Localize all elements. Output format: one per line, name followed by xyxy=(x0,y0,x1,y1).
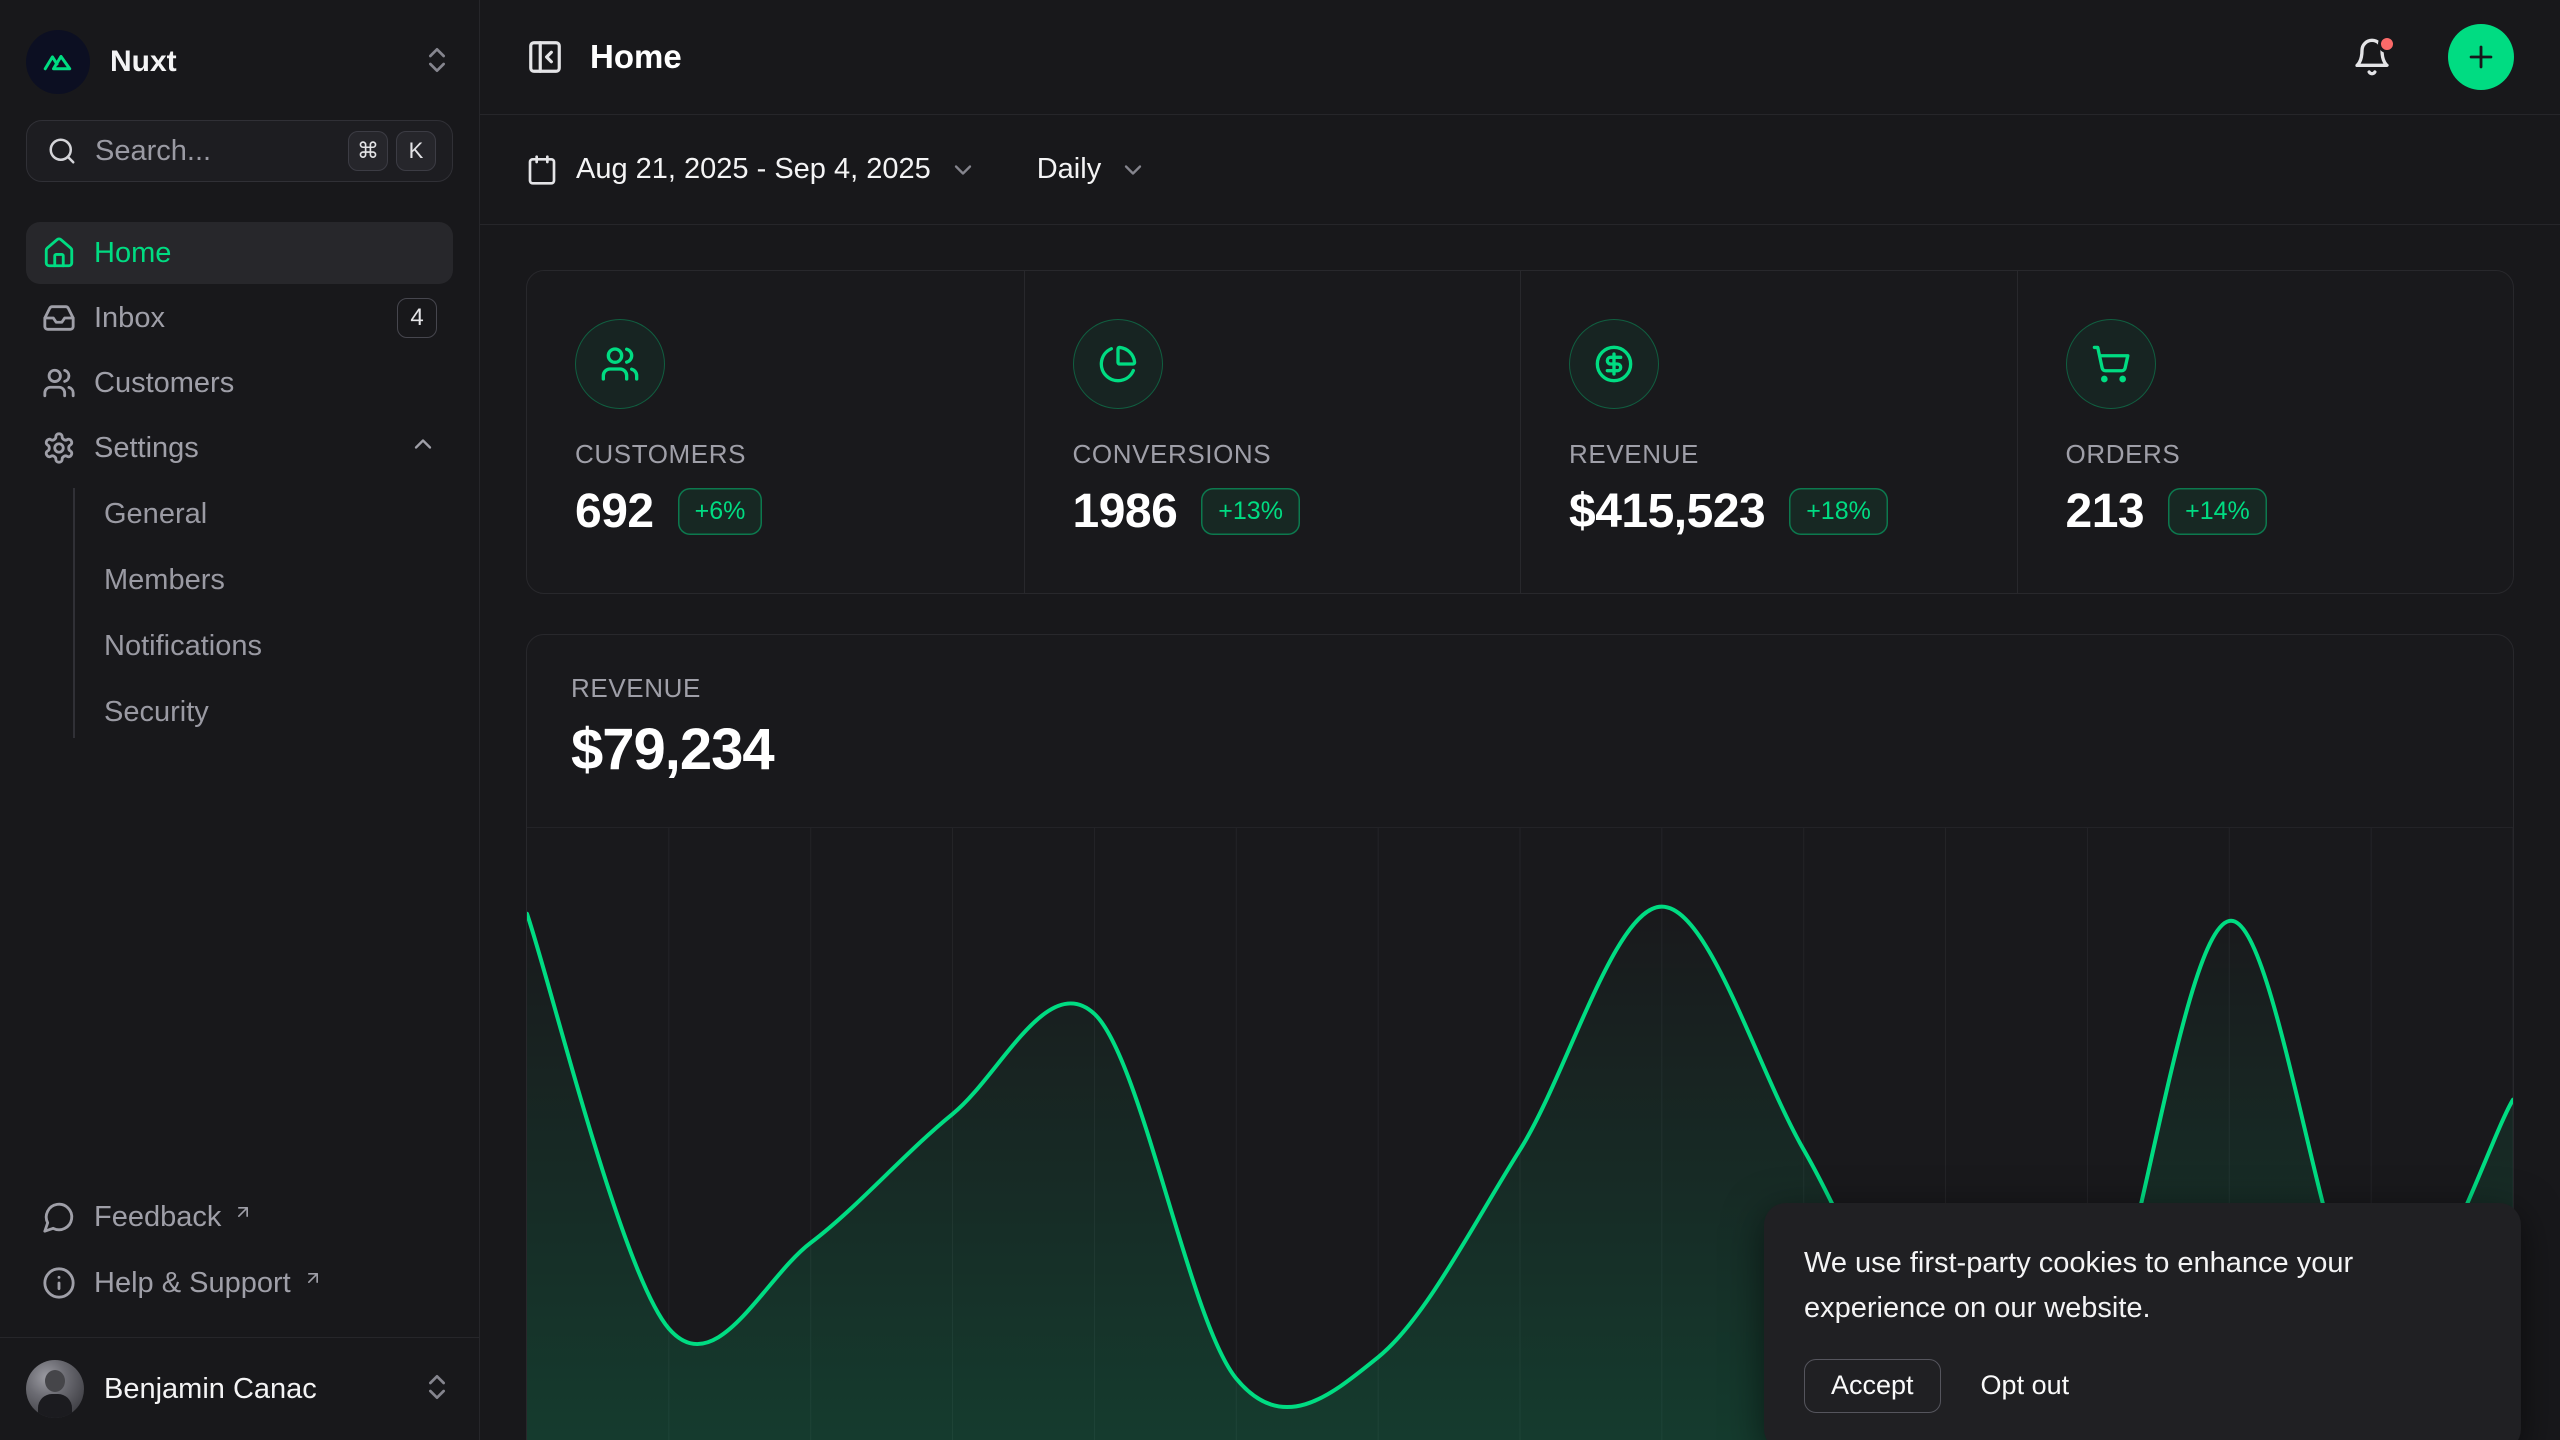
date-range-picker[interactable]: Aug 21, 2025 - Sep 4, 2025 xyxy=(526,153,977,186)
info-circle-icon xyxy=(42,1266,76,1300)
chevrons-up-down-icon xyxy=(421,1371,453,1408)
panel-left-close-icon xyxy=(526,38,564,76)
sidebar-item-settings[interactable]: Settings xyxy=(26,417,453,479)
plus-icon xyxy=(2464,40,2498,74)
cookie-optout-button[interactable]: Opt out xyxy=(1981,1370,2070,1401)
granularity-select[interactable]: Daily xyxy=(1037,153,1147,186)
external-link-icon xyxy=(303,1263,323,1296)
cookie-actions: Accept Opt out xyxy=(1804,1359,2481,1413)
message-bubble-icon xyxy=(42,1200,76,1234)
revenue-value: $79,234 xyxy=(571,716,2469,783)
stat-conversions[interactable]: CONVERSIONS 1986 +13% xyxy=(1024,271,1521,593)
page-title: Home xyxy=(590,38,2326,76)
users-icon xyxy=(42,366,76,400)
team-name: Nuxt xyxy=(110,45,401,79)
notifications-button[interactable] xyxy=(2352,37,2392,77)
sidebar-item-inbox[interactable]: Inbox 4 xyxy=(26,287,453,349)
app-root: Nuxt Search... ⌘ K Home Inbox 4 xyxy=(0,0,2560,1440)
stat-orders[interactable]: ORDERS 213 +14% xyxy=(2017,271,2514,593)
search-icon xyxy=(47,136,77,166)
topbar: Home xyxy=(480,0,2560,115)
nuxt-logo-icon xyxy=(26,30,90,94)
notification-dot xyxy=(2378,35,2396,53)
gear-icon xyxy=(42,431,76,465)
shopping-cart-icon xyxy=(2066,319,2156,409)
stats-row: CUSTOMERS 692 +6% CONVERSIONS 1986 +13% xyxy=(526,270,2514,594)
filter-bar: Aug 21, 2025 - Sep 4, 2025 Daily xyxy=(480,115,2560,225)
inbox-icon xyxy=(42,301,76,335)
chevrons-up-down-icon xyxy=(421,44,453,81)
user-name: Benjamin Canac xyxy=(104,1373,401,1406)
stat-value: $415,523 xyxy=(1569,484,1765,539)
stat-value: 692 xyxy=(575,484,654,539)
revenue-label: REVENUE xyxy=(571,673,2469,704)
sidebar-item-general[interactable]: General xyxy=(104,482,453,546)
settings-sub-list: General Members Notifications Security xyxy=(26,482,453,744)
sidebar-item-members[interactable]: Members xyxy=(104,548,453,612)
pie-chart-icon xyxy=(1073,319,1163,409)
search-shortcut: ⌘ K xyxy=(348,131,436,171)
stat-label: REVENUE xyxy=(1569,439,1969,470)
stat-revenue[interactable]: REVENUE $415,523 +18% xyxy=(1520,271,2017,593)
sidebar-item-notifications[interactable]: Notifications xyxy=(104,614,453,678)
sidebar: Nuxt Search... ⌘ K Home Inbox 4 xyxy=(0,0,480,1440)
stat-customers[interactable]: CUSTOMERS 692 +6% xyxy=(527,271,1024,593)
stat-value: 1986 xyxy=(1073,484,1178,539)
revenue-header: REVENUE $79,234 xyxy=(527,635,2513,783)
chevron-up-icon xyxy=(409,430,437,466)
cookie-accept-button[interactable]: Accept xyxy=(1804,1359,1941,1413)
search-input[interactable]: Search... ⌘ K xyxy=(26,120,453,182)
users-icon xyxy=(575,319,665,409)
stat-label: CUSTOMERS xyxy=(575,439,976,470)
chevron-down-icon xyxy=(949,156,977,184)
sidebar-spacer xyxy=(0,744,479,1187)
stat-delta-badge: +6% xyxy=(678,488,763,535)
date-range-label: Aug 21, 2025 - Sep 4, 2025 xyxy=(576,153,931,186)
kbd-cmd: ⌘ xyxy=(348,131,388,171)
chevron-down-icon xyxy=(1119,156,1147,184)
stat-delta-badge: +14% xyxy=(2168,488,2267,535)
sidebar-nav: Home Inbox 4 Customers Settings General xyxy=(0,222,479,744)
stat-label: CONVERSIONS xyxy=(1073,439,1473,470)
sidebar-toggle-button[interactable] xyxy=(526,38,564,76)
cookie-message: We use first-party cookies to enhance yo… xyxy=(1804,1241,2424,1331)
sidebar-item-customers[interactable]: Customers xyxy=(26,352,453,414)
home-icon xyxy=(42,236,76,270)
sidebar-item-security[interactable]: Security xyxy=(104,680,453,744)
stat-value: 213 xyxy=(2066,484,2145,539)
circle-dollar-icon xyxy=(1569,319,1659,409)
user-menu[interactable]: Benjamin Canac xyxy=(0,1337,479,1440)
sidebar-footer: Feedback Help & Support xyxy=(0,1187,479,1337)
external-link-icon xyxy=(233,1197,253,1230)
cookie-banner: We use first-party cookies to enhance yo… xyxy=(1764,1203,2521,1440)
sidebar-item-home[interactable]: Home xyxy=(26,222,453,284)
help-support-link[interactable]: Help & Support xyxy=(26,1253,453,1313)
calendar-icon xyxy=(526,154,558,186)
inbox-count-badge: 4 xyxy=(397,298,437,338)
feedback-link[interactable]: Feedback xyxy=(26,1187,453,1247)
kbd-k: K xyxy=(396,131,436,171)
avatar xyxy=(26,1360,84,1418)
stat-delta-badge: +13% xyxy=(1201,488,1300,535)
stat-label: ORDERS xyxy=(2066,439,2466,470)
add-button[interactable] xyxy=(2448,24,2514,90)
stat-delta-badge: +18% xyxy=(1789,488,1888,535)
search-placeholder: Search... xyxy=(95,135,330,168)
team-switcher[interactable]: Nuxt xyxy=(0,0,479,116)
granularity-label: Daily xyxy=(1037,153,1101,186)
